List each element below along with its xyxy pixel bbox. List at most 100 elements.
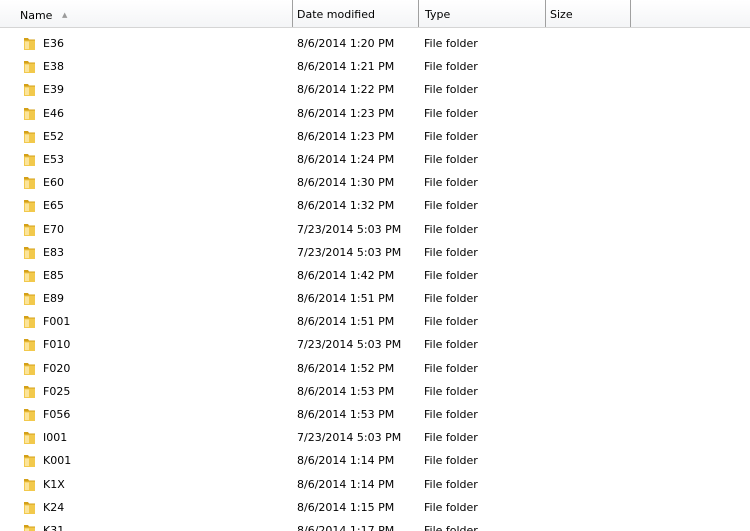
file-row[interactable]: K31 8/6/2014 1:17 PM File folder: [0, 521, 750, 531]
file-type: File folder: [424, 268, 478, 282]
file-date-modified: 8/6/2014 1:52 PM: [297, 361, 395, 375]
file-name: E70: [43, 222, 64, 236]
file-date-modified: 8/6/2014 1:23 PM: [297, 106, 395, 120]
folder-icon: [23, 175, 36, 190]
file-date-modified: 8/6/2014 1:53 PM: [297, 384, 395, 398]
folder-icon: [23, 129, 36, 144]
folder-icon: [23, 222, 36, 237]
file-name: F025: [43, 384, 71, 398]
file-type: File folder: [424, 83, 478, 97]
file-type: File folder: [424, 315, 478, 329]
file-name: E65: [43, 199, 64, 213]
column-header-date-modified[interactable]: Date modified: [293, 0, 419, 27]
file-date-modified: 7/23/2014 5:03 PM: [297, 338, 402, 352]
file-row[interactable]: I001 7/23/2014 5:03 PM File folder: [0, 428, 750, 451]
file-row[interactable]: F010 7/23/2014 5:03 PM File folder: [0, 335, 750, 358]
file-row[interactable]: E83 7/23/2014 5:03 PM File folder: [0, 243, 750, 266]
file-type: File folder: [424, 477, 478, 491]
file-date-modified: 7/23/2014 5:03 PM: [297, 222, 402, 236]
folder-icon: [23, 59, 36, 74]
folder-icon: [23, 523, 36, 531]
column-header-size-label: Size: [550, 8, 573, 21]
file-row[interactable]: E60 8/6/2014 1:30 PM File folder: [0, 173, 750, 196]
file-date-modified: 8/6/2014 1:51 PM: [297, 315, 395, 329]
file-type: File folder: [424, 361, 478, 375]
file-row[interactable]: E85 8/6/2014 1:42 PM File folder: [0, 266, 750, 289]
file-type: File folder: [424, 431, 478, 445]
file-row[interactable]: E65 8/6/2014 1:32 PM File folder: [0, 196, 750, 219]
file-row[interactable]: K001 8/6/2014 1:14 PM File folder: [0, 451, 750, 474]
file-type: File folder: [424, 384, 478, 398]
file-row[interactable]: E89 8/6/2014 1:51 PM File folder: [0, 289, 750, 312]
file-date-modified: 7/23/2014 5:03 PM: [297, 245, 402, 259]
column-header-size[interactable]: Size: [546, 0, 631, 27]
column-header-bar: Name ▲ Date modified Type Size: [0, 0, 750, 28]
file-date-modified: 8/6/2014 1:51 PM: [297, 292, 395, 306]
file-name: F010: [43, 338, 71, 352]
file-name: E89: [43, 292, 64, 306]
file-name: E46: [43, 106, 64, 120]
folder-icon: [23, 291, 36, 306]
file-name: E36: [43, 37, 64, 50]
file-date-modified: 8/6/2014 1:15 PM: [297, 500, 395, 514]
folder-icon: [23, 152, 36, 167]
file-row[interactable]: K1X 8/6/2014 1:14 PM File folder: [0, 475, 750, 498]
folder-icon: [23, 500, 36, 515]
column-header-name-label: Name: [20, 9, 53, 22]
file-name: F020: [43, 361, 71, 375]
file-row[interactable]: E53 8/6/2014 1:24 PM File folder: [0, 150, 750, 173]
file-type: File folder: [424, 454, 478, 468]
file-type: File folder: [424, 222, 478, 236]
column-header-name[interactable]: Name ▲: [0, 0, 293, 27]
folder-icon: [23, 314, 36, 329]
folder-icon: [23, 337, 36, 352]
file-name: E52: [43, 129, 64, 143]
file-row[interactable]: E36 8/6/2014 1:20 PM File folder: [0, 34, 750, 57]
folder-icon: [23, 198, 36, 213]
file-type: File folder: [424, 37, 478, 50]
file-row[interactable]: K24 8/6/2014 1:15 PM File folder: [0, 498, 750, 521]
file-row[interactable]: E46 8/6/2014 1:23 PM File folder: [0, 104, 750, 127]
file-name: E60: [43, 176, 64, 190]
file-row[interactable]: E39 8/6/2014 1:22 PM File folder: [0, 80, 750, 103]
file-name: E85: [43, 268, 64, 282]
folder-icon: [23, 453, 36, 468]
folder-icon: [23, 268, 36, 283]
file-type: File folder: [424, 245, 478, 259]
file-type: File folder: [424, 408, 478, 421]
file-name: K1X: [43, 477, 65, 491]
file-date-modified: 8/6/2014 1:24 PM: [297, 152, 395, 166]
file-type: File folder: [424, 523, 478, 531]
file-name: K24: [43, 500, 65, 514]
file-explorer-view: Name ▲ Date modified Type Size E36 8/6/20…: [0, 0, 750, 531]
column-header-date-label: Date modified: [297, 8, 375, 21]
folder-icon: [23, 430, 36, 445]
file-date-modified: 8/6/2014 1:21 PM: [297, 60, 395, 74]
file-type: File folder: [424, 152, 478, 166]
column-header-type[interactable]: Type: [419, 0, 546, 27]
file-name: E53: [43, 152, 64, 166]
file-name: E39: [43, 83, 64, 97]
file-date-modified: 8/6/2014 1:42 PM: [297, 268, 395, 282]
file-row[interactable]: E70 7/23/2014 5:03 PM File folder: [0, 220, 750, 243]
file-date-modified: 7/23/2014 5:03 PM: [297, 431, 402, 445]
file-row[interactable]: F020 8/6/2014 1:52 PM File folder: [0, 359, 750, 382]
file-row[interactable]: F001 8/6/2014 1:51 PM File folder: [0, 312, 750, 335]
folder-icon: [23, 82, 36, 97]
file-row[interactable]: F056 8/6/2014 1:53 PM File folder: [0, 405, 750, 428]
file-row[interactable]: E52 8/6/2014 1:23 PM File folder: [0, 127, 750, 150]
file-date-modified: 8/6/2014 1:14 PM: [297, 477, 395, 491]
file-row[interactable]: F025 8/6/2014 1:53 PM File folder: [0, 382, 750, 405]
file-row[interactable]: E38 8/6/2014 1:21 PM File folder: [0, 57, 750, 80]
file-type: File folder: [424, 500, 478, 514]
file-name: F001: [43, 315, 71, 329]
file-type: File folder: [424, 199, 478, 213]
file-date-modified: 8/6/2014 1:23 PM: [297, 129, 395, 143]
file-date-modified: 8/6/2014 1:53 PM: [297, 408, 395, 421]
file-type: File folder: [424, 106, 478, 120]
folder-icon: [23, 106, 36, 121]
file-date-modified: 8/6/2014 1:14 PM: [297, 454, 395, 468]
file-name: K31: [43, 523, 65, 531]
file-date-modified: 8/6/2014 1:20 PM: [297, 37, 395, 50]
folder-icon: [23, 361, 36, 376]
